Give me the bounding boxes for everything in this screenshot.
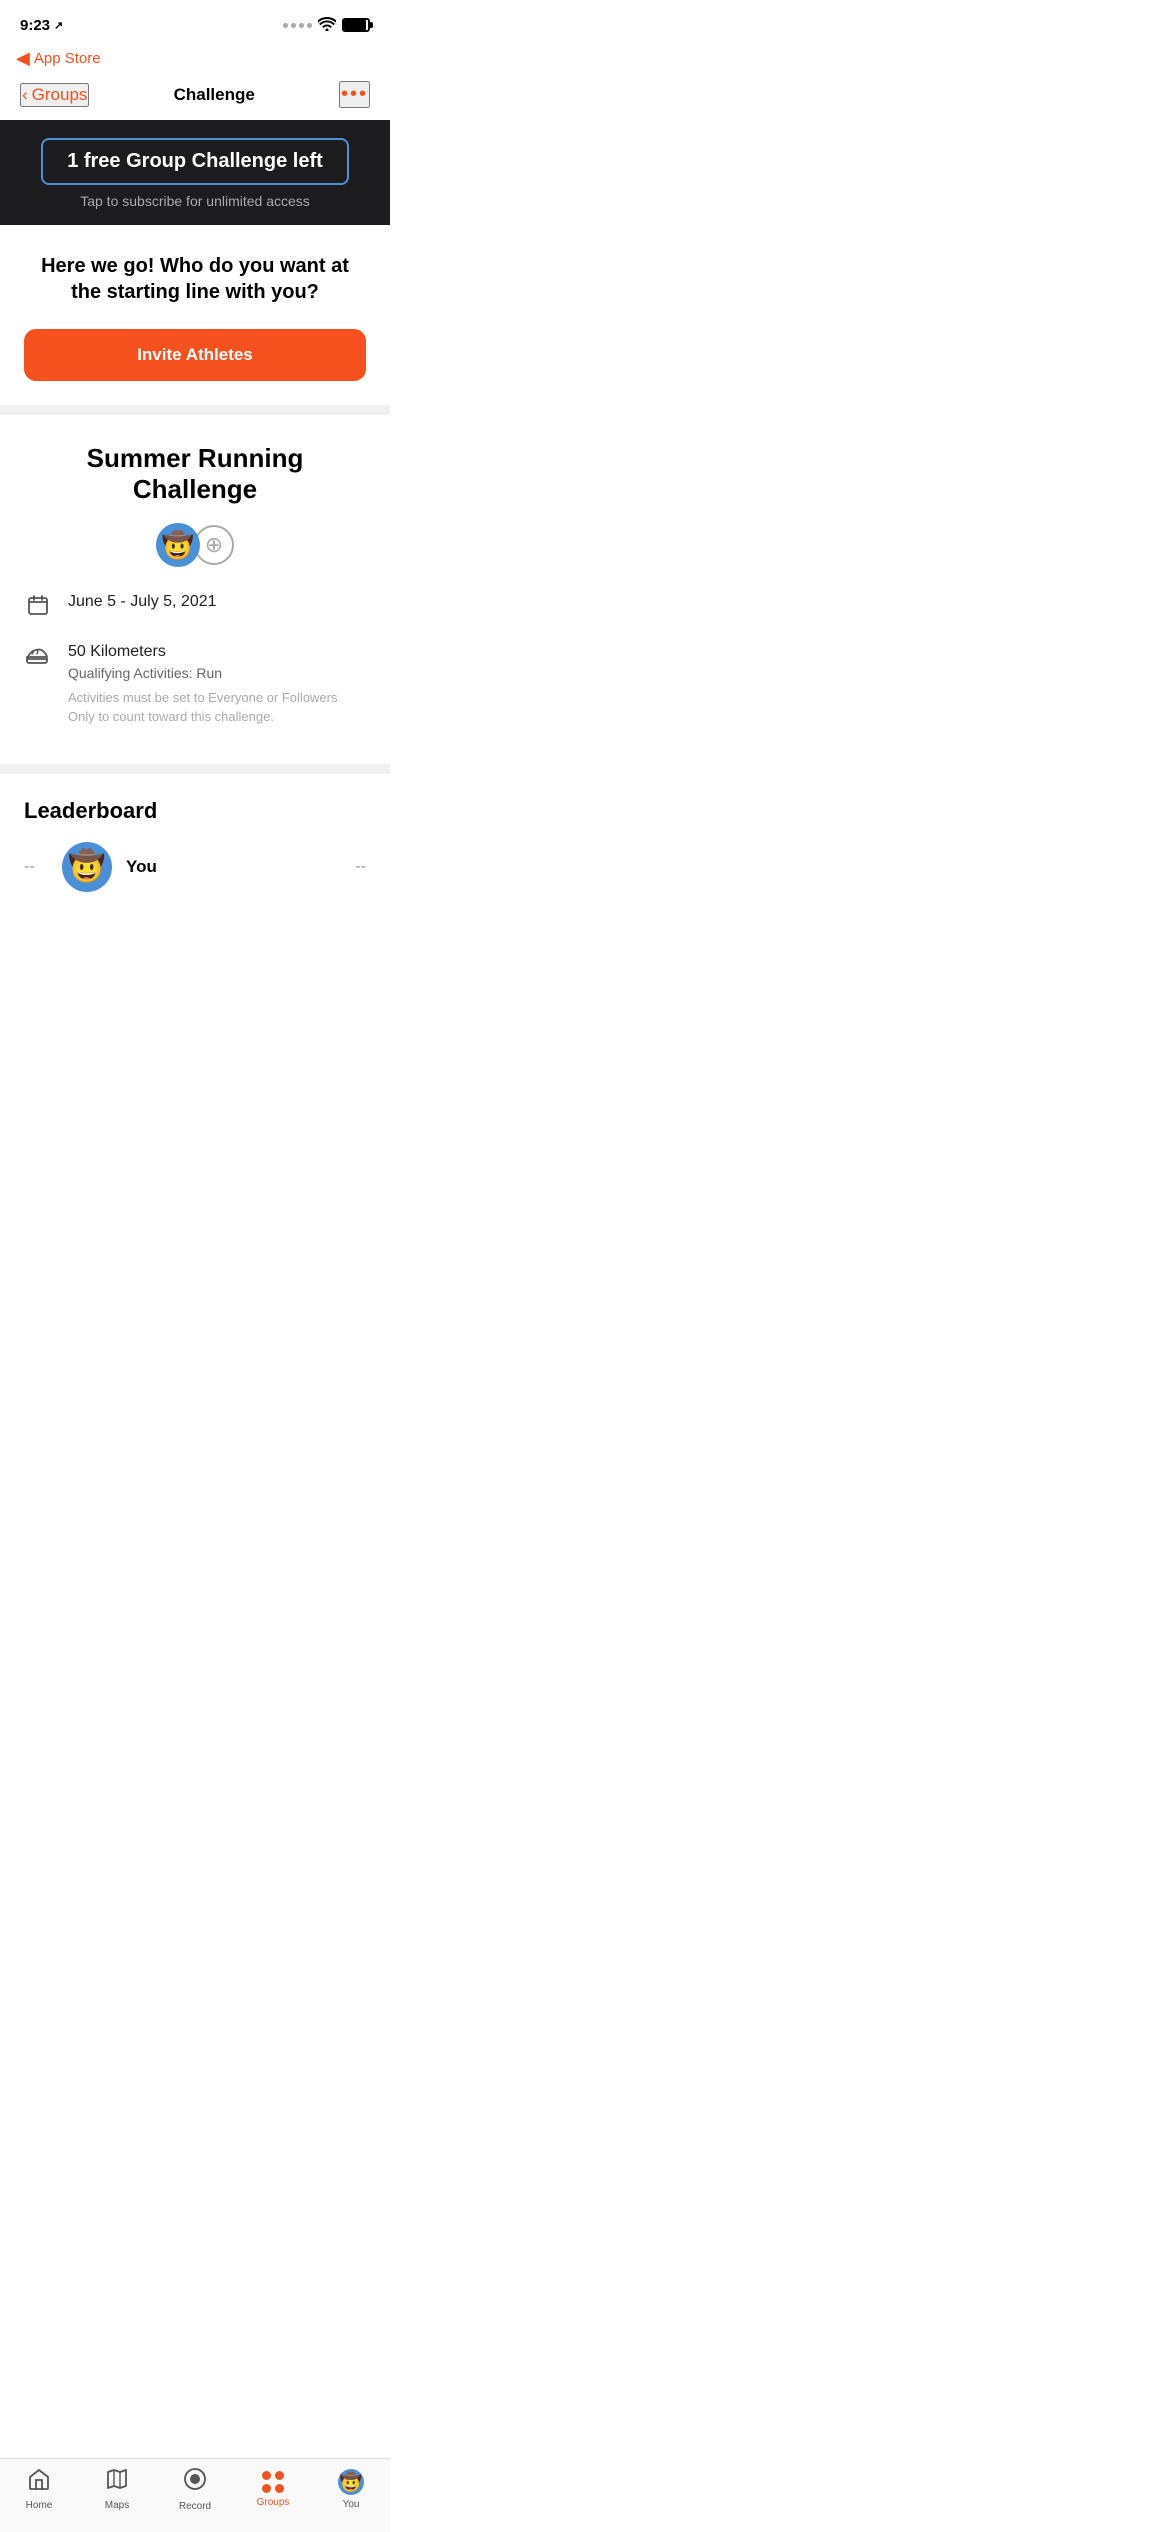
you-icon: 🤠	[338, 2469, 364, 2495]
record-icon	[183, 2467, 207, 2497]
challenge-note: Activities must be set to Everyone or Fo…	[68, 689, 366, 725]
tab-record[interactable]: Record	[156, 2467, 234, 2512]
participants-avatars: 🤠 ⊕	[24, 523, 366, 567]
tab-you[interactable]: 🤠 You	[312, 2469, 390, 2510]
nav-header: ‹ Groups Challenge •••	[0, 73, 390, 120]
date-row: June 5 - July 5, 2021	[24, 591, 366, 623]
section-divider	[0, 405, 390, 415]
date-range-text: June 5 - July 5, 2021	[68, 591, 217, 613]
tab-bar: Home Maps Record Groups	[0, 2458, 390, 2532]
tab-groups-label: Groups	[257, 2497, 290, 2508]
more-button[interactable]: •••	[339, 81, 370, 108]
calendar-icon	[24, 593, 52, 623]
groups-icon	[262, 2471, 284, 2493]
location-icon: ↗	[54, 19, 63, 32]
maps-icon	[105, 2468, 129, 2496]
leaderboard-title: Leaderboard	[24, 798, 366, 824]
challenge-details: June 5 - July 5, 2021 50 Kilometers Qual…	[24, 591, 366, 726]
invite-heading: Here we go! Who do you want at the start…	[24, 253, 366, 305]
status-bar: 9:23 ↗	[0, 0, 390, 44]
add-participant-button[interactable]: ⊕	[194, 525, 234, 565]
status-time: 9:23 ↗	[20, 17, 63, 34]
rank-display: --	[24, 858, 48, 876]
back-nav[interactable]: ◀ App Store	[0, 44, 390, 73]
tab-groups[interactable]: Groups	[234, 2471, 312, 2508]
user-avatar-1: 🤠	[156, 523, 200, 567]
banner-highlight-box: 1 free Group Challenge left	[41, 138, 349, 185]
tab-record-label: Record	[179, 2501, 211, 2512]
tab-you-label: You	[343, 2499, 360, 2510]
distance-text: 50 Kilometers	[68, 641, 366, 663]
challenge-name: Summer Running Challenge	[24, 443, 366, 505]
invite-button-label: Invite Athletes	[137, 345, 253, 364]
qualifying-text: Qualifying Activities: Run	[68, 665, 366, 681]
time-display: 9:23	[20, 17, 50, 34]
tab-home[interactable]: Home	[0, 2468, 78, 2511]
page-title: Challenge	[174, 85, 255, 105]
back-label: App Store	[34, 50, 101, 67]
groups-dots	[262, 2471, 284, 2493]
leaderboard-name: You	[126, 857, 341, 877]
distance-row: 50 Kilometers Qualifying Activities: Run…	[24, 641, 366, 726]
invite-section: Here we go! Who do you want at the start…	[0, 225, 390, 405]
shoe-icon	[24, 643, 52, 673]
home-icon	[27, 2468, 51, 2496]
banner-section[interactable]: 1 free Group Challenge left Tap to subsc…	[0, 120, 390, 225]
groups-label: Groups	[32, 85, 88, 105]
status-icons	[283, 17, 370, 34]
leaderboard-section: Leaderboard -- 🤠 You --	[0, 774, 390, 912]
back-arrow-icon: ◀	[16, 48, 30, 69]
leaderboard-row: -- 🤠 You --	[24, 842, 366, 892]
tab-maps[interactable]: Maps	[78, 2468, 156, 2511]
leaderboard-score: --	[355, 858, 366, 876]
tab-home-label: Home	[26, 2500, 53, 2511]
chevron-left-icon: ‹	[22, 85, 28, 105]
leaderboard-avatar: 🤠	[62, 842, 112, 892]
groups-back-button[interactable]: ‹ Groups	[20, 83, 89, 107]
challenge-info-section: Summer Running Challenge 🤠 ⊕ June 5 - Ju…	[0, 415, 390, 764]
tab-maps-label: Maps	[105, 2500, 129, 2511]
invite-athletes-button[interactable]: Invite Athletes	[24, 329, 366, 381]
banner-subtitle: Tap to subscribe for unlimited access	[20, 193, 370, 209]
more-icon: •••	[341, 83, 368, 105]
banner-title: 1 free Group Challenge left	[67, 150, 323, 173]
section-divider-2	[0, 764, 390, 774]
signal-dots	[283, 23, 312, 28]
wifi-icon	[318, 17, 336, 34]
battery-icon	[342, 18, 370, 32]
